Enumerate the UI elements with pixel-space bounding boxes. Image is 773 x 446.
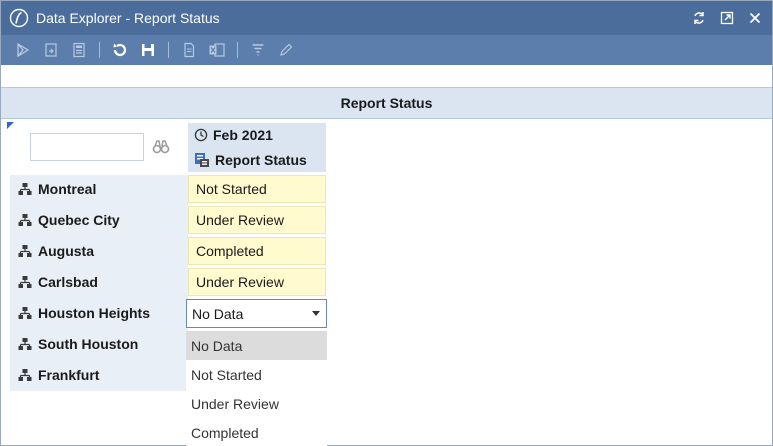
edit-icon[interactable] xyxy=(272,38,300,62)
row-label: Quebec City xyxy=(38,212,120,228)
status-cell[interactable]: Under Review xyxy=(188,268,326,296)
close-icon[interactable] xyxy=(742,6,768,30)
row-header-augusta[interactable]: Augusta xyxy=(10,237,188,265)
toolbar-separator xyxy=(168,42,169,58)
row-header-montreal[interactable]: Montreal xyxy=(10,175,188,203)
hierarchy-icon xyxy=(18,213,32,227)
row-label: Houston Heights xyxy=(38,305,150,321)
row-header-quebec-city[interactable]: Quebec City xyxy=(10,206,188,234)
dropdown-option-not-started[interactable]: Not Started xyxy=(186,360,327,389)
window-title: Data Explorer - Report Status xyxy=(36,10,220,26)
clock-icon xyxy=(194,128,208,142)
toolbar-separator xyxy=(237,42,238,58)
row-header-south-houston[interactable]: South Houston xyxy=(10,330,188,358)
hierarchy-icon xyxy=(18,275,32,289)
status-cell[interactable]: Under Review xyxy=(188,206,326,234)
app-logo-icon xyxy=(8,7,30,29)
export-icon[interactable] xyxy=(37,38,65,62)
row-label: Montreal xyxy=(38,181,97,197)
report-heading: Report Status xyxy=(340,95,433,111)
report-icon xyxy=(194,152,210,168)
dropdown-option-no-data[interactable]: No Data xyxy=(186,331,327,360)
row-header-houston-heights[interactable]: Houston Heights xyxy=(10,299,188,327)
corner-marker-icon xyxy=(7,122,14,129)
hierarchy-icon xyxy=(18,244,32,258)
status-cell[interactable]: Completed xyxy=(188,237,326,265)
hierarchy-icon xyxy=(18,337,32,351)
popout-icon[interactable] xyxy=(714,6,740,30)
run-icon[interactable] xyxy=(9,38,37,62)
measure-label: Report Status xyxy=(215,151,307,168)
excel-icon[interactable] xyxy=(203,38,231,62)
row-label: South Houston xyxy=(38,336,139,352)
column-header-period: Feb 2021 xyxy=(188,123,326,147)
dropdown-options: No Data Not Started Under Review Complet… xyxy=(186,331,327,446)
refresh-icon[interactable] xyxy=(106,38,134,62)
hierarchy-icon xyxy=(18,182,32,196)
filter-icon[interactable] xyxy=(244,38,272,62)
toolbar xyxy=(1,35,772,65)
toolbar-separator xyxy=(99,42,100,58)
status-cell[interactable]: Not Started xyxy=(188,175,326,203)
title-bar: Data Explorer - Report Status xyxy=(1,1,772,35)
report-header: Report Status xyxy=(1,87,772,119)
row-label: Carlsbad xyxy=(38,274,98,290)
dropdown-option-completed[interactable]: Completed xyxy=(186,418,327,446)
dropdown-value: No Data xyxy=(192,305,244,322)
row-label: Frankfurt xyxy=(38,367,100,383)
save-icon[interactable] xyxy=(134,38,162,62)
binoculars-icon[interactable] xyxy=(151,138,171,156)
hierarchy-icon xyxy=(18,368,32,382)
calculator-icon[interactable] xyxy=(65,38,93,62)
search-input[interactable] xyxy=(30,133,144,161)
column-header-measure: Report Status xyxy=(188,147,326,172)
sync-icon[interactable] xyxy=(686,6,712,30)
dropdown-option-under-review[interactable]: Under Review xyxy=(186,389,327,418)
period-label: Feb 2021 xyxy=(213,127,273,143)
row-label: Augusta xyxy=(38,243,94,259)
data-explorer-window: Data Explorer - Report Status Report Sta… xyxy=(0,0,773,446)
status-dropdown[interactable]: No Data xyxy=(186,299,327,328)
row-header-carlsbad[interactable]: Carlsbad xyxy=(10,268,188,296)
row-header-frankfurt[interactable]: Frankfurt xyxy=(10,361,188,389)
hierarchy-icon xyxy=(18,306,32,320)
chevron-down-icon[interactable] xyxy=(312,311,320,316)
document-icon[interactable] xyxy=(175,38,203,62)
